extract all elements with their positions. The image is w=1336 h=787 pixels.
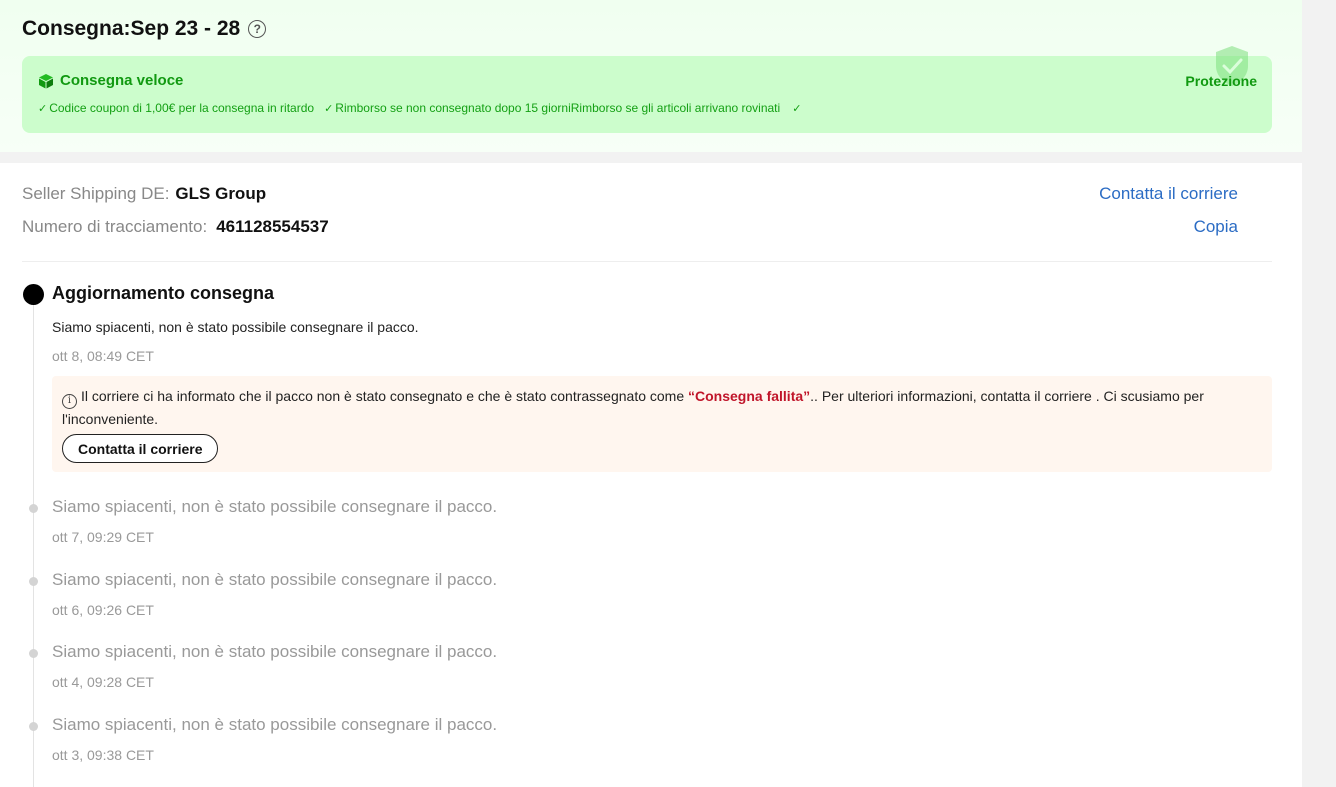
alert-text-before: Il corriere ci ha informato che il pacco… — [81, 388, 689, 404]
timeline-dot — [29, 722, 38, 731]
fast-delivery-label: Consegna veloce — [60, 72, 184, 89]
tracking-number: 461128554537 — [216, 217, 329, 236]
history-description: Siamo spiacenti, non è stato possibile c… — [52, 570, 498, 589]
check-icon: ✓ — [792, 102, 802, 115]
latest-update-title: Aggiornamento consegna — [52, 283, 275, 303]
alert-message: i Il corriere ci ha informato che il pacc… — [62, 386, 1262, 429]
tracking-row: Numero di tracciamento: 461128554537 — [22, 217, 329, 237]
section-divider — [0, 152, 1302, 163]
benefit-item: ✓ Codice coupon di 1,00€ per la consegna… — [38, 101, 314, 115]
history-time: ott 7, 09:29 CET — [52, 529, 154, 545]
divider — [22, 261, 1272, 262]
package-icon — [39, 73, 53, 88]
latest-update-description: Siamo spiacenti, non è stato possibile c… — [52, 319, 419, 335]
check-icon: ✓ — [38, 102, 48, 115]
history-description: Siamo spiacenti, non è stato possibile c… — [52, 497, 498, 516]
timeline-dot-current — [23, 284, 44, 305]
carrier-label: Seller Shipping DE: — [22, 184, 170, 203]
timeline-dot — [29, 504, 38, 513]
history-description: Siamo spiacenti, non è stato possibile c… — [52, 642, 498, 661]
benefit-text: Rimborso se non consegnato dopo 15 giorn… — [335, 101, 781, 115]
benefit-item: ✓ — [792, 101, 803, 115]
history-description: Siamo spiacenti, non è stato possibile c… — [52, 715, 498, 734]
delivery-title-text: Consegna:Sep 23 - 28 — [22, 17, 241, 40]
tracking-label: Numero di tracciamento: — [22, 217, 208, 236]
contact-carrier-link[interactable]: Contatta il corriere — [1099, 184, 1238, 204]
protection-label[interactable]: Protezione — [1185, 73, 1257, 89]
history-time: ott 6, 09:26 CET — [52, 602, 154, 618]
delivery-failed-alert: i Il corriere ci ha informato che il pacc… — [52, 376, 1272, 472]
tracking-panel: Consegna:Sep 23 - 28 ? Consegna veloce P… — [0, 0, 1302, 787]
carrier-row: Seller Shipping DE: GLS Group — [22, 184, 266, 204]
info-icon: i — [62, 393, 77, 409]
delivery-header: Consegna:Sep 23 - 28 ? Consegna veloce P… — [0, 0, 1302, 152]
benefits-list: ✓ Codice coupon di 1,00€ per la consegna… — [38, 101, 803, 115]
copy-link[interactable]: Copia — [1194, 217, 1238, 237]
benefit-text: Codice coupon di 1,00€ per la consegna i… — [49, 101, 315, 115]
fast-delivery-row: Consegna veloce — [38, 72, 183, 89]
history-time: ott 4, 09:28 CET — [52, 674, 154, 690]
carrier-value: GLS Group — [175, 184, 267, 203]
benefit-item: ✓ Rimborso se non consegnato dopo 15 gio… — [324, 101, 780, 115]
timeline-dot — [29, 577, 38, 586]
check-icon: ✓ — [324, 102, 334, 115]
help-icon[interactable]: ? — [248, 20, 267, 38]
timeline-line — [33, 300, 34, 787]
alert-highlight: “Consegna fallita” — [688, 388, 811, 404]
timeline-dot — [29, 649, 38, 658]
history-time: ott 3, 09:38 CET — [52, 747, 154, 763]
delivery-title: Consegna:Sep 23 - 28 ? — [22, 17, 267, 41]
protection-box: Consegna veloce Protezione ✓ Codice coup… — [22, 46, 1272, 133]
contact-carrier-button[interactable]: Contatta il corriere — [62, 434, 219, 463]
latest-update-time: ott 8, 08:49 CET — [52, 348, 154, 364]
